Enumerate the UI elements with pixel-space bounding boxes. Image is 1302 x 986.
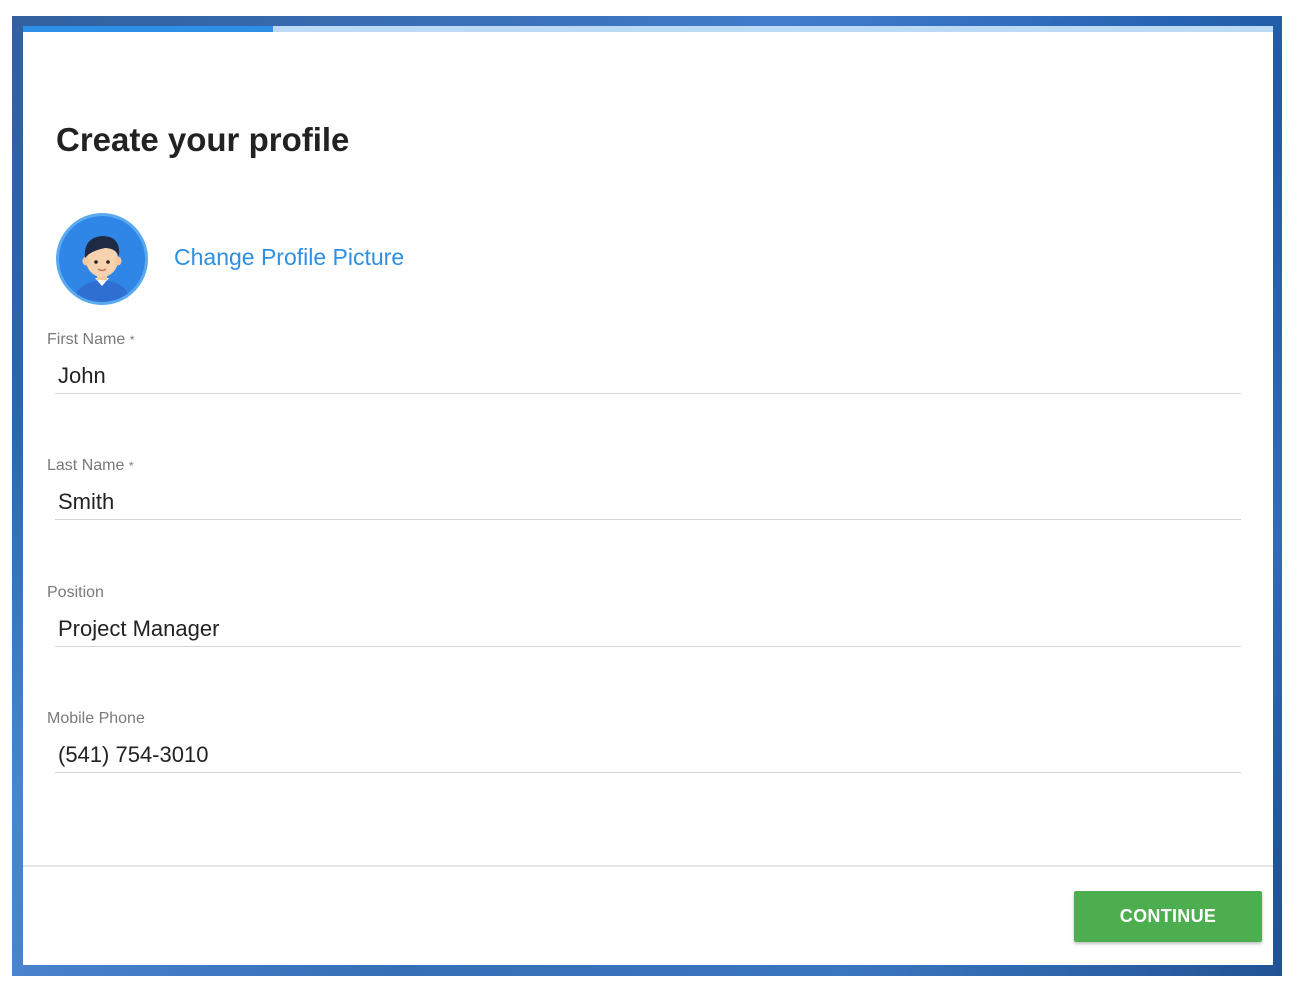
profile-card: Create your profile Change Profile Pictu… [23, 26, 1273, 965]
mobile-phone-field: Mobile Phone [47, 709, 1241, 773]
footer-divider [23, 865, 1273, 867]
position-label: Position [47, 584, 104, 601]
user-avatar-icon[interactable] [55, 212, 149, 306]
change-profile-picture-link[interactable]: Change Profile Picture [174, 244, 404, 271]
last-name-input[interactable] [55, 484, 1241, 520]
position-field: Position [47, 583, 1241, 647]
progress-bar [23, 26, 1273, 32]
required-asterisk: * [128, 459, 134, 473]
required-asterisk: * [129, 333, 135, 347]
first-name-label: First Name * [47, 331, 135, 348]
position-input[interactable] [55, 611, 1241, 647]
mobile-phone-label: Mobile Phone [47, 710, 145, 727]
page-title: Create your profile [56, 121, 350, 158]
first-name-input[interactable] [55, 358, 1241, 394]
continue-button[interactable]: CONTINUE [1074, 891, 1262, 942]
first-name-field: First Name * [47, 330, 1241, 394]
mobile-phone-input[interactable] [55, 737, 1241, 773]
last-name-field: Last Name * [47, 456, 1241, 520]
progress-bar-fill [23, 26, 273, 32]
last-name-label: Last Name * [47, 457, 134, 474]
